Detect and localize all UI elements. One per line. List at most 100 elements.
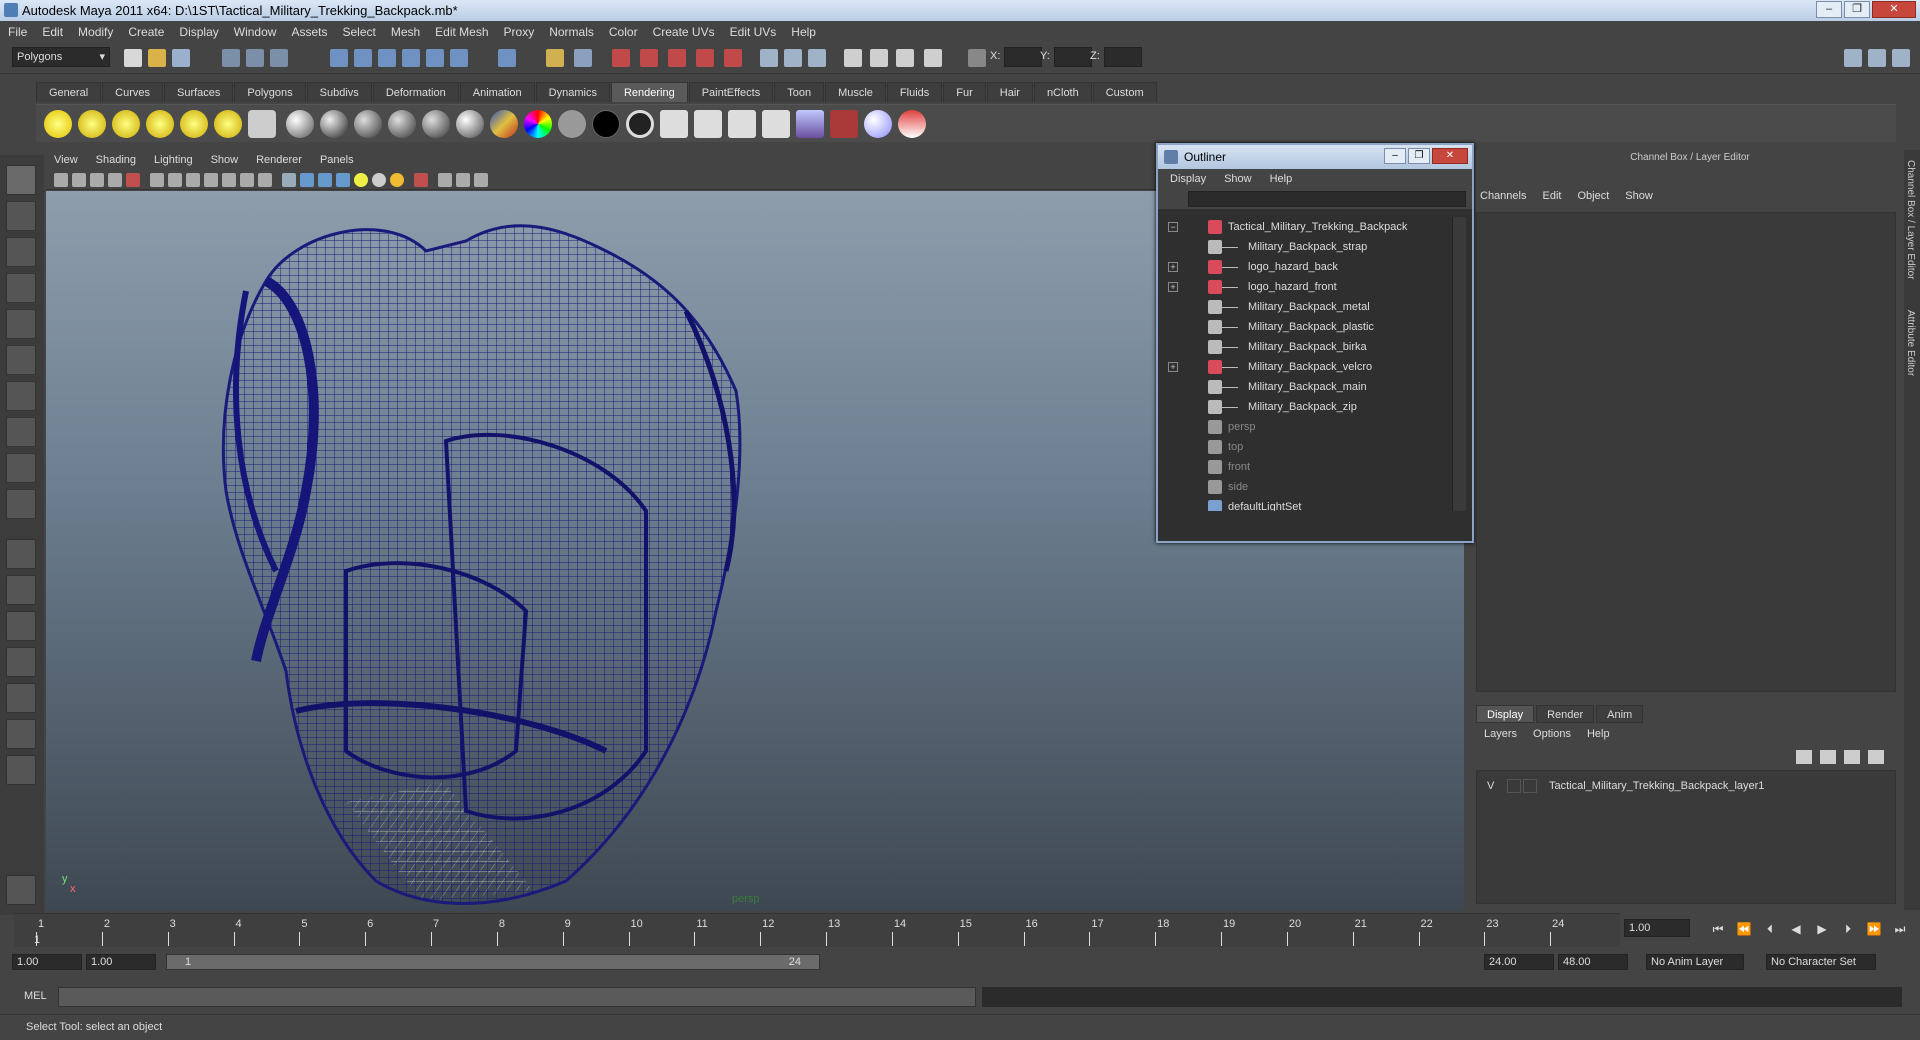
step-back-key-icon[interactable]: ⏪	[1736, 921, 1752, 937]
camera-icon[interactable]	[248, 110, 276, 138]
outliner-item[interactable]: Military_Backpack_metal	[1164, 297, 1450, 317]
toggle-channel-box-icon[interactable]	[1892, 49, 1910, 67]
resolution-gate-icon[interactable]	[186, 173, 200, 187]
outliner-item[interactable]: + logo_hazard_back	[1164, 257, 1450, 277]
grid-icon[interactable]	[150, 173, 164, 187]
menu-mesh[interactable]: Mesh	[391, 25, 420, 39]
play-forward-icon[interactable]: ▶	[1814, 921, 1830, 937]
side-tab-channel-box[interactable]: Channel Box / Layer Editor	[1905, 160, 1916, 280]
menu-edit[interactable]: Edit	[42, 25, 63, 39]
playback-end-field[interactable]: 24.00	[1484, 954, 1554, 970]
snap-point-icon[interactable]	[378, 49, 396, 67]
material-sphere-icon[interactable]	[864, 110, 892, 138]
save-scene-icon[interactable]	[172, 49, 190, 67]
y-field[interactable]	[1054, 47, 1092, 67]
menu-select[interactable]: Select	[342, 25, 375, 39]
hand-tool-icon[interactable]	[6, 875, 36, 905]
all-lights-icon[interactable]	[372, 173, 386, 187]
x-field[interactable]	[1004, 47, 1042, 67]
shelf-tab-custom[interactable]: Custom	[1092, 82, 1157, 102]
paint-select-tool-icon[interactable]	[6, 237, 36, 267]
snap-surface-icon[interactable]	[426, 49, 444, 67]
safe-action-icon[interactable]	[240, 173, 254, 187]
animation-end-field[interactable]: 48.00	[1558, 954, 1628, 970]
volume-light-icon[interactable]	[214, 110, 242, 138]
z-field[interactable]	[1104, 47, 1142, 67]
snap-curve-icon[interactable]	[354, 49, 372, 67]
help-icon[interactable]	[498, 49, 516, 67]
shelf-tab-dynamics[interactable]: Dynamics	[535, 82, 610, 102]
mel-input[interactable]	[58, 987, 976, 1007]
go-to-end-icon[interactable]: ⏭	[1892, 921, 1908, 937]
viewport-menu-view[interactable]: View	[54, 154, 78, 166]
high-quality-icon[interactable]	[474, 173, 488, 187]
toggle-tool-settings-icon[interactable]	[1868, 49, 1886, 67]
shelf-tab-deformation[interactable]: Deformation	[372, 82, 459, 102]
spot-light-icon[interactable]	[146, 110, 174, 138]
channel-box-menu-object[interactable]: Object	[1577, 190, 1609, 202]
shelf-tab-hair[interactable]: Hair	[986, 82, 1033, 102]
outliner-item[interactable]: Military_Backpack_main	[1164, 377, 1450, 397]
close-button[interactable]: ✕	[1872, 1, 1916, 18]
viewport-menu-panels[interactable]: Panels	[320, 154, 354, 166]
expand-icon[interactable]: +	[1168, 282, 1178, 292]
batch-render-icon[interactable]	[762, 110, 790, 138]
shelf-tab-animation[interactable]: Animation	[459, 82, 535, 102]
outliner-item[interactable]: side	[1164, 477, 1450, 497]
menu-color[interactable]: Color	[609, 25, 638, 39]
move-layer-up-icon[interactable]	[1796, 750, 1812, 764]
step-back-frame-icon[interactable]: ⏴	[1762, 921, 1778, 937]
blinn-shader-icon[interactable]	[320, 110, 348, 138]
xform-relative-icon[interactable]	[870, 49, 888, 67]
safe-title-icon[interactable]	[258, 173, 272, 187]
outliner-maximize-button[interactable]: ❐	[1408, 148, 1430, 164]
shelf-tab-painteffects[interactable]: PaintEffects	[688, 82, 774, 102]
phong-e-shader-icon[interactable]	[388, 110, 416, 138]
go-to-start-icon[interactable]: ⏮	[1710, 921, 1726, 937]
render-current-frame-icon[interactable]	[660, 110, 688, 138]
history-icon[interactable]	[546, 49, 564, 67]
render-view-icon[interactable]	[724, 49, 742, 67]
snap-plane-icon[interactable]	[402, 49, 420, 67]
menu-help[interactable]: Help	[791, 25, 816, 39]
menu-display[interactable]: Display	[179, 25, 218, 39]
animation-start-field[interactable]: 1.00	[12, 954, 82, 970]
menu-create-uvs[interactable]: Create UVs	[653, 25, 715, 39]
area-light-icon[interactable]	[180, 110, 208, 138]
side-tab-attribute-editor[interactable]: Attribute Editor	[1905, 310, 1916, 376]
select-camera-icon[interactable]	[54, 173, 68, 187]
layout-custom-icon[interactable]	[6, 719, 36, 749]
two-d-pan-icon[interactable]	[126, 173, 140, 187]
move-tool-icon[interactable]	[6, 273, 36, 303]
outliner-title-bar[interactable]: Outliner – ❐ ✕	[1158, 145, 1472, 169]
film-gate-icon[interactable]	[168, 173, 182, 187]
transform-mode-icon[interactable]	[968, 49, 986, 67]
hypershade-icon[interactable]	[696, 49, 714, 67]
smooth-shade-icon[interactable]	[300, 173, 314, 187]
outliner-item[interactable]: Military_Backpack_birka	[1164, 337, 1450, 357]
channel-box-menu-show[interactable]: Show	[1625, 190, 1653, 202]
isolate-select-icon[interactable]	[414, 173, 428, 187]
outliner-close-button[interactable]: ✕	[1432, 148, 1468, 164]
universal-manipulator-icon[interactable]	[6, 381, 36, 411]
image-plane-icon[interactable]	[108, 173, 122, 187]
xray-joints-icon[interactable]	[456, 173, 470, 187]
wireframe-icon[interactable]	[282, 173, 296, 187]
shelf-tab-curves[interactable]: Curves	[102, 82, 163, 102]
outliner-item[interactable]: − Tactical_Military_Trekking_Backpack	[1164, 217, 1450, 237]
anisotropic-shader-icon[interactable]	[422, 110, 450, 138]
ambient-light-icon[interactable]	[44, 110, 72, 138]
shelf-tab-rendering[interactable]: Rendering	[610, 82, 688, 102]
xform-rename-icon[interactable]	[896, 49, 914, 67]
layer-color-swatch[interactable]	[1523, 779, 1537, 793]
shelf-tab-surfaces[interactable]: Surfaces	[163, 82, 234, 102]
render-settings-shelf-icon[interactable]	[728, 110, 756, 138]
outliner-menu-display[interactable]: Display	[1170, 173, 1206, 185]
shelf-tab-muscle[interactable]: Muscle	[825, 82, 886, 102]
outliner-search-input[interactable]	[1188, 191, 1466, 207]
menu-edit-uvs[interactable]: Edit UVs	[730, 25, 777, 39]
viewport-menu-renderer[interactable]: Renderer	[256, 154, 302, 166]
input-ops-icon[interactable]	[574, 49, 592, 67]
layout-more-icon[interactable]	[6, 755, 36, 785]
show-manipulator-icon[interactable]	[6, 453, 36, 483]
